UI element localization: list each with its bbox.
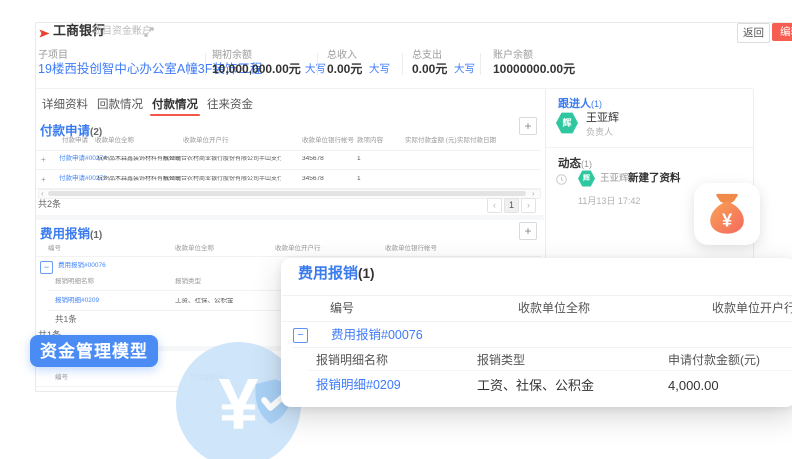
cell-account: 345678 [302,176,324,183]
follower-section-title: 跟进人(1) [558,95,602,111]
popup-subcol-header: 报销明细名称 [316,354,388,366]
scrollbar-thumb[interactable] [48,191,526,196]
expense-detail-link[interactable]: 报销明细#0209 [55,298,99,305]
scroll-left-icon[interactable]: ‹ [41,190,44,198]
divider [282,295,792,296]
money-bag-icon: ¥ [704,191,750,237]
clock-icon [556,174,567,185]
svg-text:¥: ¥ [722,210,733,230]
expand-row-icon[interactable]: + [41,176,46,184]
col-header: 收款单位开户行 [275,246,321,253]
popup-collapse-icon[interactable]: − [293,328,308,343]
activity-action: 新建了资料 [628,173,681,184]
income-daxie-link[interactable]: 大写 [369,64,390,75]
popup-title: 费用报销(1) [298,266,375,282]
page-prev-button[interactable]: ‹ [487,198,502,213]
cell-account: 345678 [302,156,324,163]
scroll-right-icon[interactable]: › [532,190,535,198]
expense-link[interactable]: 费用报销#00076 [58,263,106,270]
caption-badge: 资金管理模型 [30,335,158,367]
add-payment-button[interactable]: + [519,117,537,135]
popup-col-header: 收款单位开户行 [712,302,792,314]
cell-content: 1 [357,176,361,183]
balance-label: 账户余额 [493,51,533,61]
activity-actor[interactable]: 王亚辉 [600,174,629,184]
col-header: 收款单位银行帐号 [302,138,354,145]
fullscreen-icon[interactable] [144,27,154,37]
popup-col-header: 编号 [330,302,354,314]
income-value: 0.00元 [327,63,362,75]
section-separator [36,215,544,220]
divider [36,88,753,89]
page-number[interactable]: 1 [504,198,519,213]
outcome-label: 总支出 [412,51,442,61]
income-label: 总收入 [327,51,357,61]
collapse-row-icon[interactable]: − [40,261,53,274]
expand-row-icon[interactable]: + [41,156,46,164]
popup-col-header: 收款单位全称 [518,302,590,314]
divider [36,256,541,257]
col-header: 编号 [55,375,68,382]
divider [546,147,753,148]
active-tab-underline [150,114,200,116]
subcol-header: 报销明细名称 [55,279,94,286]
back-button[interactable]: 返回 [737,23,770,43]
subcol-header: 报销类型 [175,279,201,286]
divider [282,321,792,322]
col-header: 款项内容 [357,138,383,145]
col-header: 收款单位全称 [175,246,214,253]
tab-transactions[interactable]: 往来资金 [207,100,253,112]
activity-time: 11月13日 17:42 [578,197,640,206]
screenshot-root: 工商银行 项目资金账户 ☆ 返回 编辑 子项目 19楼西投创智中心办公室A幢3F… [0,0,792,459]
divider [205,53,206,75]
col-header: 实际付款金额 (元) [405,138,457,145]
col-header: 实际付款日期 [457,138,496,145]
tab-detail[interactable]: 详细资料 [42,100,88,112]
follower-role: 负责人 [586,128,613,137]
cell-expense-type: 工资、社保、公积金 [175,298,234,305]
initial-daxie-link[interactable]: 大写 [305,64,326,75]
page-next-button[interactable]: › [521,198,536,213]
balance-value: 10000000.00元 [493,63,575,75]
initial-balance-value: 10,000,000.00元 [212,63,301,75]
activity-section-title: 动态(1) [558,155,592,171]
divider [36,169,541,170]
expense-subtable-total: 共1条 [55,315,77,324]
popup-detail-link[interactable]: 报销明细#0209 [316,379,401,392]
divider [36,150,541,151]
popup-detail-type: 工资、社保、公积金 [477,379,594,392]
expense-section-title: 费用报销(1) [40,226,102,242]
payment-total-count: 共2条 [38,200,61,209]
cell-bank: 杭州联合农村商业银行股份有限公司半山支行 [163,176,281,182]
add-expense-button[interactable]: + [519,222,537,240]
subproject-label: 子项目 [38,51,68,61]
edit-button[interactable]: 编辑 [772,23,792,41]
tab-payments-active[interactable]: 付款情况 [152,100,198,112]
col-header: 编号 [48,246,61,253]
outcome-daxie-link[interactable]: 大写 [454,64,475,75]
initial-balance-label: 期初余额 [212,51,252,61]
divider [293,347,792,348]
col-header: 付款申请 [62,138,88,145]
account-type-label: 项目资金账户 [92,27,152,37]
popup-subcol-header: 申请付款金额(元) [668,354,760,366]
popup-expense-link[interactable]: 费用报销#00076 [331,329,423,342]
star-icon[interactable]: ☆ [131,25,141,36]
divider [308,370,792,371]
cell-bank: 杭州联合农村商业银行股份有限公司半山支行 [163,156,281,162]
cell-content: 1 [357,156,361,163]
follower-name[interactable]: 王亚辉 [586,113,619,124]
tab-receipts[interactable]: 回款情况 [97,100,143,112]
divider [317,53,318,75]
outcome-value: 0.00元 [412,63,447,75]
col-header: 收款单位全称 [95,138,134,145]
col-header: 收款单位银行帐号 [385,246,437,253]
popup-subcol-header: 报销类型 [477,354,525,366]
money-bag-fab[interactable]: ¥ [694,183,760,245]
divider [480,53,481,75]
col-header: 收款单位开户行 [183,138,229,145]
popup-detail-amount: 4,000.00 [668,379,719,392]
bank-arrow-icon [39,28,50,39]
divider [402,53,403,75]
